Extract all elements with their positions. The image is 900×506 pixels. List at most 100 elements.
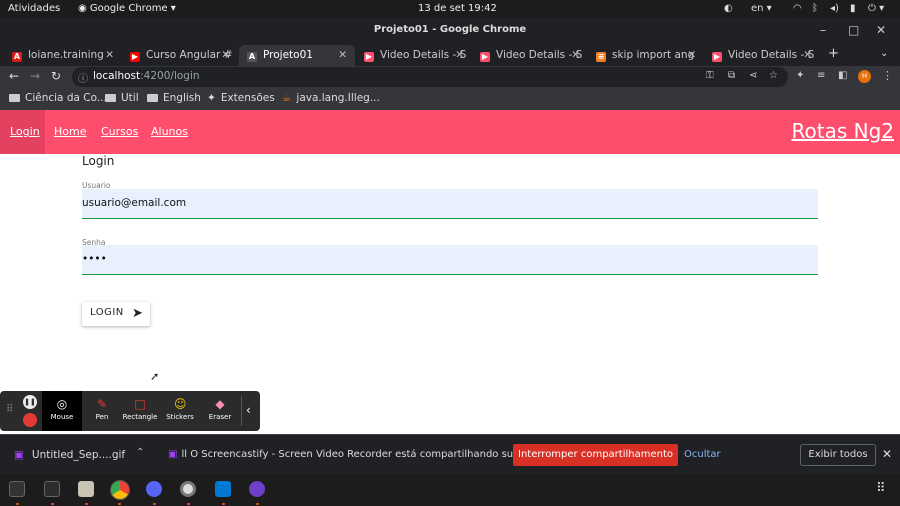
chrome-title-bar: Projeto01 - Google Chrome – □ ✕: [0, 18, 900, 44]
stop-sharing-button[interactable]: Interromper compartilhamento: [513, 444, 678, 466]
app-menu[interactable]: ◉ Google Chrome ▾: [78, 3, 176, 14]
discord-icon[interactable]: [146, 481, 162, 497]
gif-file-icon: ▣: [14, 449, 24, 461]
url-path: :4200/login: [140, 70, 200, 82]
running-indicator: [187, 503, 190, 505]
running-indicator: [16, 503, 19, 505]
login-button[interactable]: LOGIN ➤: [82, 302, 150, 326]
sticker-icon: ☺: [174, 397, 187, 411]
tab-video-details-1[interactable]: ▶ Video Details - S ✕: [356, 45, 472, 66]
collapse-chevron-icon[interactable]: ‹: [246, 403, 251, 417]
screencastify-toolbar: ⠿ ❚❚ ◎ Mouse ✎ Pen □ Rectangle ☺ Stickers ◆ E…: [0, 391, 260, 431]
github-desktop-icon[interactable]: [249, 481, 265, 497]
angular-favicon-icon: A: [12, 52, 22, 62]
profile-avatar[interactable]: H: [858, 70, 871, 83]
bookmark-java[interactable]: ☕ java.lang.Illeg...: [282, 92, 380, 104]
close-tab-icon[interactable]: ✕: [687, 45, 696, 65]
tool-rectangle[interactable]: □ Rectangle: [120, 391, 160, 431]
tool-mouse[interactable]: ◎ Mouse: [42, 391, 82, 431]
address-bar[interactable]: ⓘ localhost:4200/login ⚿ ⧉ ⋖ ☆: [72, 67, 788, 87]
terminal-icon[interactable]: [9, 481, 25, 497]
video-favicon-icon: ▶: [480, 52, 490, 62]
system-monitor-icon[interactable]: [44, 481, 60, 497]
hide-link[interactable]: Ocultar: [684, 449, 721, 460]
close-tab-icon[interactable]: ✕: [803, 45, 812, 65]
reload-button[interactable]: ↻: [51, 69, 61, 83]
discord-tray-icon[interactable]: ◐: [724, 3, 733, 14]
show-all-button[interactable]: Exibir todos: [800, 444, 876, 466]
files-icon[interactable]: [78, 481, 94, 497]
brand-logo[interactable]: Rotas Ng2: [792, 119, 895, 143]
tool-pen[interactable]: ✎ Pen: [82, 391, 122, 431]
extensions-icon[interactable]: ✦: [796, 70, 804, 81]
back-button[interactable]: ←: [9, 69, 19, 83]
minimize-button[interactable]: –: [820, 18, 826, 42]
download-options-chevron-icon[interactable]: ⌃: [136, 447, 144, 458]
tool-eraser[interactable]: ◆ Eraser: [200, 391, 240, 431]
nav-cursos[interactable]: Cursos: [101, 125, 138, 138]
stop-icon[interactable]: [23, 413, 37, 427]
bookmark-extensoes[interactable]: ✦ Extensões: [207, 92, 275, 104]
chrome-dock-icon[interactable]: [110, 480, 130, 500]
bookmark-util[interactable]: Util: [105, 92, 139, 104]
language-indicator[interactable]: en ▾: [751, 3, 772, 14]
close-tab-icon[interactable]: ✕: [338, 45, 347, 65]
mouse-cursor-icon: ➚: [150, 370, 160, 383]
page-title: Login: [82, 154, 115, 168]
tab-video-details-2[interactable]: ▶ Video Details - S ✕: [472, 45, 588, 66]
vscode-icon[interactable]: [215, 481, 231, 497]
new-tab-button[interactable]: +: [828, 46, 839, 61]
url-host: localhost: [93, 70, 141, 82]
cursor-icon: ◎: [56, 397, 68, 411]
maximize-button[interactable]: □: [848, 18, 859, 42]
wifi-icon: ◠: [793, 3, 802, 14]
tab-curso-angular[interactable]: ▶ Curso Angular # ✕: [122, 45, 238, 66]
tab-search-chevron-icon[interactable]: ⌄: [880, 48, 888, 59]
power-icon[interactable]: ⏻ ▾: [868, 3, 884, 14]
drag-handle-icon[interactable]: ⠿: [6, 404, 13, 415]
pause-icon[interactable]: ❚❚: [23, 395, 37, 409]
tab-skip-import[interactable]: ≡ skip import ang ✕: [588, 45, 704, 66]
send-icon: ➤: [132, 306, 144, 321]
forward-button[interactable]: →: [30, 69, 40, 83]
obs-icon[interactable]: [180, 481, 196, 497]
browser-toolbar: ← → ↻ ⓘ localhost:4200/login ⚿ ⧉ ⋖ ☆ ✦ ≡…: [0, 66, 900, 88]
clock[interactable]: 13 de set 19:42: [418, 3, 497, 14]
activities-button[interactable]: Atividades: [8, 3, 60, 14]
close-download-bar-icon[interactable]: ✕: [882, 447, 892, 461]
reading-list-icon[interactable]: ≡: [817, 70, 825, 81]
tab-video-details-3[interactable]: ▶ Video Details - S ✕: [704, 45, 820, 66]
system-top-bar: Atividades ◉ Google Chrome ▾ 13 de set 1…: [0, 0, 900, 18]
nav-login[interactable]: Login: [10, 125, 40, 138]
video-favicon-icon: ▶: [712, 52, 722, 62]
bookmark-english[interactable]: English: [147, 92, 201, 104]
volume-icon: ◂): [830, 3, 839, 14]
share-icon[interactable]: ⋖: [749, 70, 757, 81]
app-grid-icon[interactable]: ⠿: [876, 481, 886, 496]
running-indicator: [153, 503, 156, 505]
download-item[interactable]: ▣ Untitled_Sep....gif: [14, 449, 125, 461]
translate-icon[interactable]: ⧉: [728, 70, 735, 81]
close-tab-icon[interactable]: ✕: [571, 45, 580, 65]
tab-loiane[interactable]: Aloiane.training ✕: [4, 45, 122, 66]
nav-alunos[interactable]: Alunos: [151, 125, 188, 138]
close-tab-icon[interactable]: ✕: [105, 45, 114, 65]
info-icon[interactable]: ⓘ: [78, 70, 88, 85]
close-tab-icon[interactable]: ✕: [455, 45, 464, 65]
bookmark-ciencia[interactable]: Ciência da Co...: [9, 92, 107, 104]
menu-kebab-icon[interactable]: ⋮: [882, 69, 893, 82]
password-field[interactable]: ••••: [82, 245, 818, 275]
bookmark-star-icon[interactable]: ☆: [769, 70, 778, 81]
tool-stickers[interactable]: ☺ Stickers: [160, 391, 200, 431]
close-tab-icon[interactable]: ✕: [221, 45, 230, 65]
key-icon[interactable]: ⚿: [706, 70, 714, 81]
running-indicator: [118, 503, 121, 505]
username-field[interactable]: usuario@email.com: [82, 189, 818, 219]
divider: [241, 396, 242, 426]
nav-home[interactable]: Home: [54, 125, 86, 138]
close-window-button[interactable]: ✕: [876, 18, 886, 42]
eraser-icon: ◆: [215, 397, 225, 411]
folder-icon: [147, 94, 158, 102]
tab-projeto01[interactable]: A Projeto01 ✕: [239, 45, 355, 66]
side-panel-icon[interactable]: ◧: [838, 70, 847, 81]
